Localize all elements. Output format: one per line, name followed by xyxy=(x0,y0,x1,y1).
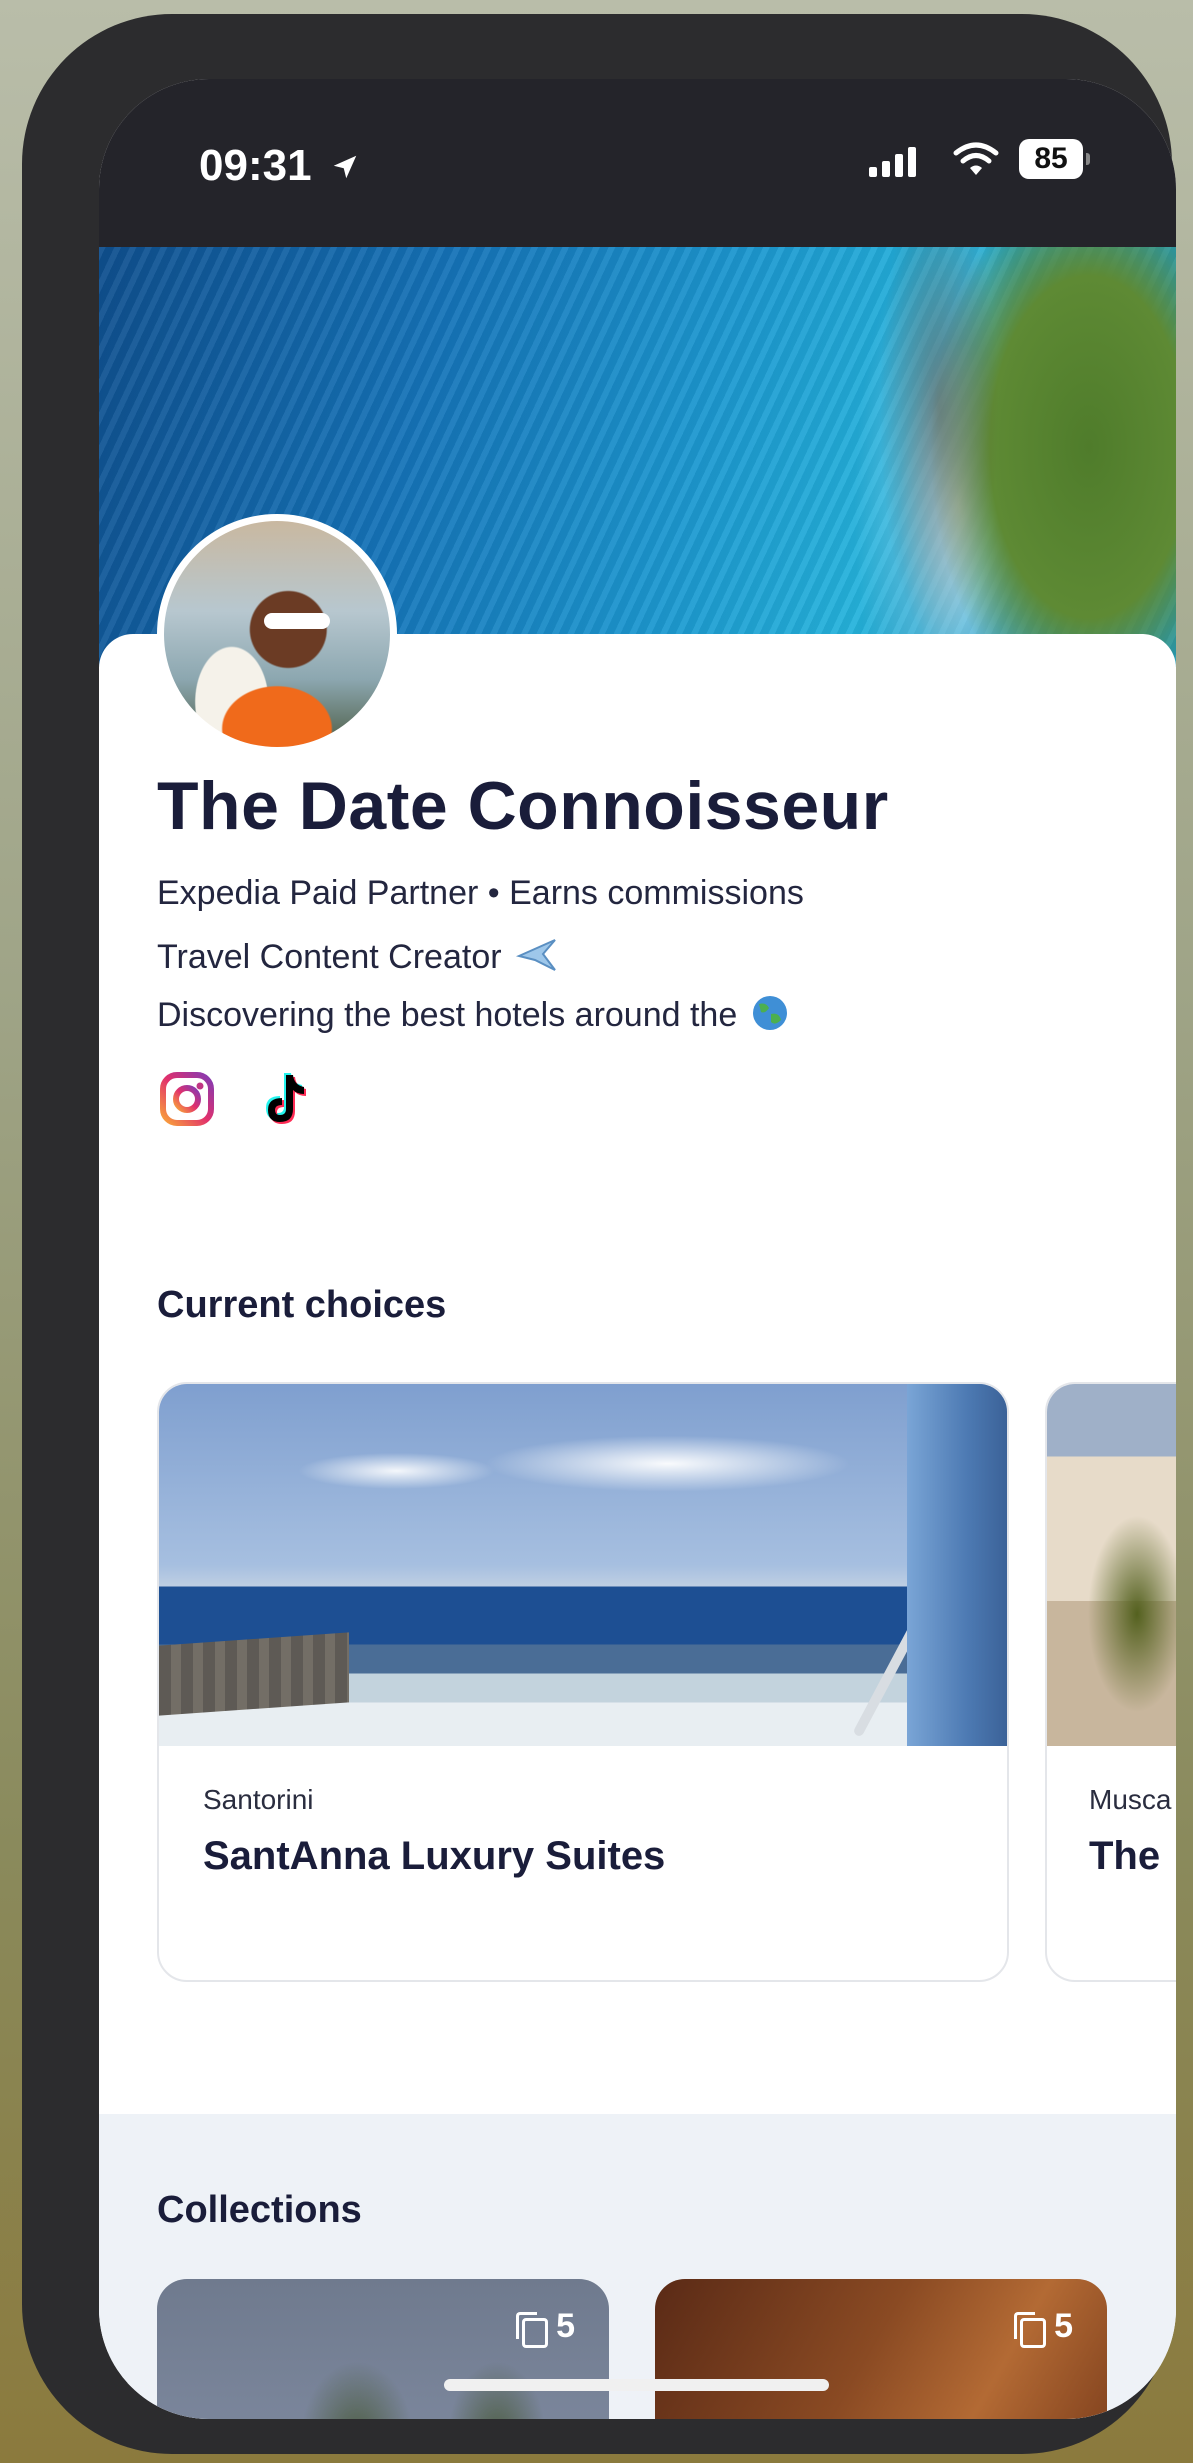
phone-frame: 09:31 85 The Date Connoisseur Expedia Pa… xyxy=(22,14,1176,2454)
collection-card[interactable]: 5 xyxy=(655,2279,1107,2419)
bio-discover-text: Discovering the best hotels around the xyxy=(157,996,738,1034)
app-screen: 09:31 85 The Date Connoisseur Expedia Pa… xyxy=(99,79,1176,2419)
hotel-image xyxy=(1047,1384,1176,1746)
signal-icon xyxy=(869,145,916,177)
bio-creator-line: Travel Content Creator xyxy=(157,934,559,977)
avatar[interactable] xyxy=(157,514,397,754)
hotel-card-body: Musca The xyxy=(1089,1784,1171,1879)
hotel-card-body: Santorini SantAnna Luxury Suites xyxy=(203,1784,665,1879)
bio-creator-text: Travel Content Creator xyxy=(157,938,502,976)
time-text: 09:31 xyxy=(199,141,312,190)
hotel-image-pillar xyxy=(907,1384,1007,1746)
collection-card[interactable]: 5 xyxy=(157,2279,609,2419)
bio-partner-line: Expedia Paid Partner • Earns commissions xyxy=(157,874,804,912)
collection-count: 5 xyxy=(1012,2307,1073,2348)
wifi-icon xyxy=(953,142,999,175)
home-indicator[interactable] xyxy=(444,2379,829,2391)
tiktok-icon[interactable] xyxy=(254,1069,314,1129)
bio-discover-line: Discovering the best hotels around the xyxy=(157,994,789,1035)
location-arrow-icon xyxy=(333,155,357,179)
hotel-image xyxy=(159,1384,1007,1746)
copy-icon xyxy=(514,2310,549,2348)
hotel-card[interactable]: Musca The xyxy=(1045,1382,1176,1982)
copy-icon xyxy=(1012,2310,1047,2348)
collection-count-value: 5 xyxy=(556,2307,575,2345)
hotel-location: Musca xyxy=(1089,1784,1172,1815)
hotel-image-wall xyxy=(159,1632,349,1716)
airplane-icon xyxy=(515,939,556,971)
hotel-name: The xyxy=(1089,1834,1161,1878)
avatar-sunglasses xyxy=(264,613,330,629)
globe-icon xyxy=(752,996,787,1030)
collections-title: Collections xyxy=(157,2189,362,2231)
current-choices-title: Current choices xyxy=(157,1284,447,1326)
battery-icon: 85 xyxy=(1019,139,1090,179)
instagram-icon[interactable] xyxy=(157,1069,217,1129)
profile-name: The Date Connoisseur xyxy=(157,768,889,844)
status-time: 09:31 xyxy=(199,141,360,191)
hotel-card[interactable]: Santorini SantAnna Luxury Suites xyxy=(157,1382,1009,1982)
battery-level: 85 xyxy=(1034,142,1068,175)
cover-image-rocks xyxy=(879,247,999,647)
collection-count-value: 5 xyxy=(1054,2307,1073,2345)
hotel-name: SantAnna Luxury Suites xyxy=(203,1834,666,1878)
hotel-location: Santorini xyxy=(203,1784,314,1815)
collection-count: 5 xyxy=(514,2307,575,2348)
status-bar: 09:31 85 xyxy=(99,79,1176,247)
